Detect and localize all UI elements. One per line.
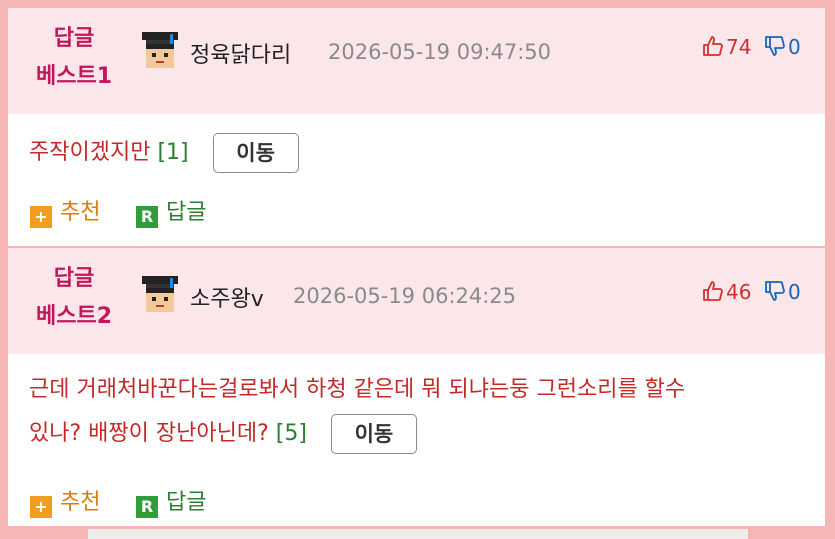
reply-label: 답글 — [166, 200, 207, 225]
dislike-count: 0 — [788, 280, 801, 304]
badge-label: 답글 — [53, 266, 95, 291]
reply-r-icon: R — [136, 496, 158, 518]
move-button[interactable]: 이동 — [212, 133, 299, 173]
comment-header: 답글 베스트2 소주왕v 2026-05-19 06:24:25 46 0 — [8, 248, 825, 354]
comment-header: 답글 베스트1 정육닭다리 2026-05-19 09:47:50 74 0 — [8, 8, 825, 114]
best-badge: 답글 베스트1 — [28, 20, 120, 96]
author-nickname[interactable]: 정육닭다리 — [190, 37, 291, 69]
reply-count[interactable]: [1] — [157, 140, 188, 165]
scholar-avatar-icon — [142, 276, 178, 312]
author-nickname[interactable]: 소주왕v — [190, 281, 264, 313]
recommend-label: 추천 — [60, 490, 101, 515]
comment-text-line: 근데 거래처바꾼다는걸로봐서 하청 같은데 뭐 되냐는둥 그런소리를 할수 — [29, 377, 686, 402]
badge-rank: 베스트2 — [35, 304, 113, 329]
reply-label: 답글 — [166, 490, 207, 515]
recommend-label: 추천 — [60, 200, 101, 225]
comment-list: 답글 베스트1 정육닭다리 2026-05-19 09:47:50 74 0 주… — [8, 8, 825, 526]
recommend-button[interactable]: + 추천 — [30, 484, 100, 518]
thumbs-up-icon — [703, 281, 723, 301]
like-count: 46 — [726, 280, 752, 304]
reply-r-icon: R — [136, 206, 158, 228]
dislike-count: 0 — [788, 35, 801, 59]
like-button[interactable]: 74 — [702, 35, 751, 59]
recommend-button[interactable]: + 추천 — [30, 194, 100, 228]
badge-rank: 베스트1 — [35, 64, 113, 89]
comment-body: 주작이겠지만 [1] 이동 — [29, 133, 299, 173]
reply-count[interactable]: [5] — [276, 421, 307, 446]
comment-text-line: 있나? 배짱이 장난아닌데? — [29, 421, 269, 446]
thumbs-down-icon — [765, 281, 785, 301]
plus-icon: + — [30, 206, 52, 228]
thumbs-up-icon — [703, 36, 723, 56]
comment-text-line: 주작이겠지만 — [29, 140, 151, 165]
best-reply-card: 답글 베스트1 정육닭다리 2026-05-19 09:47:50 74 0 주… — [8, 8, 825, 246]
like-button[interactable]: 46 — [702, 280, 751, 304]
next-content-strip — [88, 529, 748, 539]
scholar-avatar-icon — [142, 32, 178, 68]
comment-datetime: 2026-05-19 09:47:50 — [328, 40, 552, 64]
move-button[interactable]: 이동 — [330, 414, 417, 454]
best-badge: 답글 베스트2 — [28, 260, 120, 336]
comment-datetime: 2026-05-19 06:24:25 — [293, 284, 517, 308]
best-reply-card: 답글 베스트2 소주왕v 2026-05-19 06:24:25 46 0 근데… — [8, 248, 825, 526]
thumbs-down-icon — [765, 36, 785, 56]
dislike-button[interactable]: 0 — [764, 280, 801, 304]
badge-label: 답글 — [53, 26, 95, 51]
dislike-button[interactable]: 0 — [764, 35, 801, 59]
reply-button[interactable]: R 답글 — [136, 194, 206, 228]
plus-icon: + — [30, 496, 52, 518]
reply-button[interactable]: R 답글 — [136, 484, 206, 518]
comment-body: 근데 거래처바꾼다는걸로봐서 하청 같은데 뭐 되냐는둥 그런소리를 할수 있나… — [29, 372, 685, 454]
like-count: 74 — [726, 35, 752, 59]
